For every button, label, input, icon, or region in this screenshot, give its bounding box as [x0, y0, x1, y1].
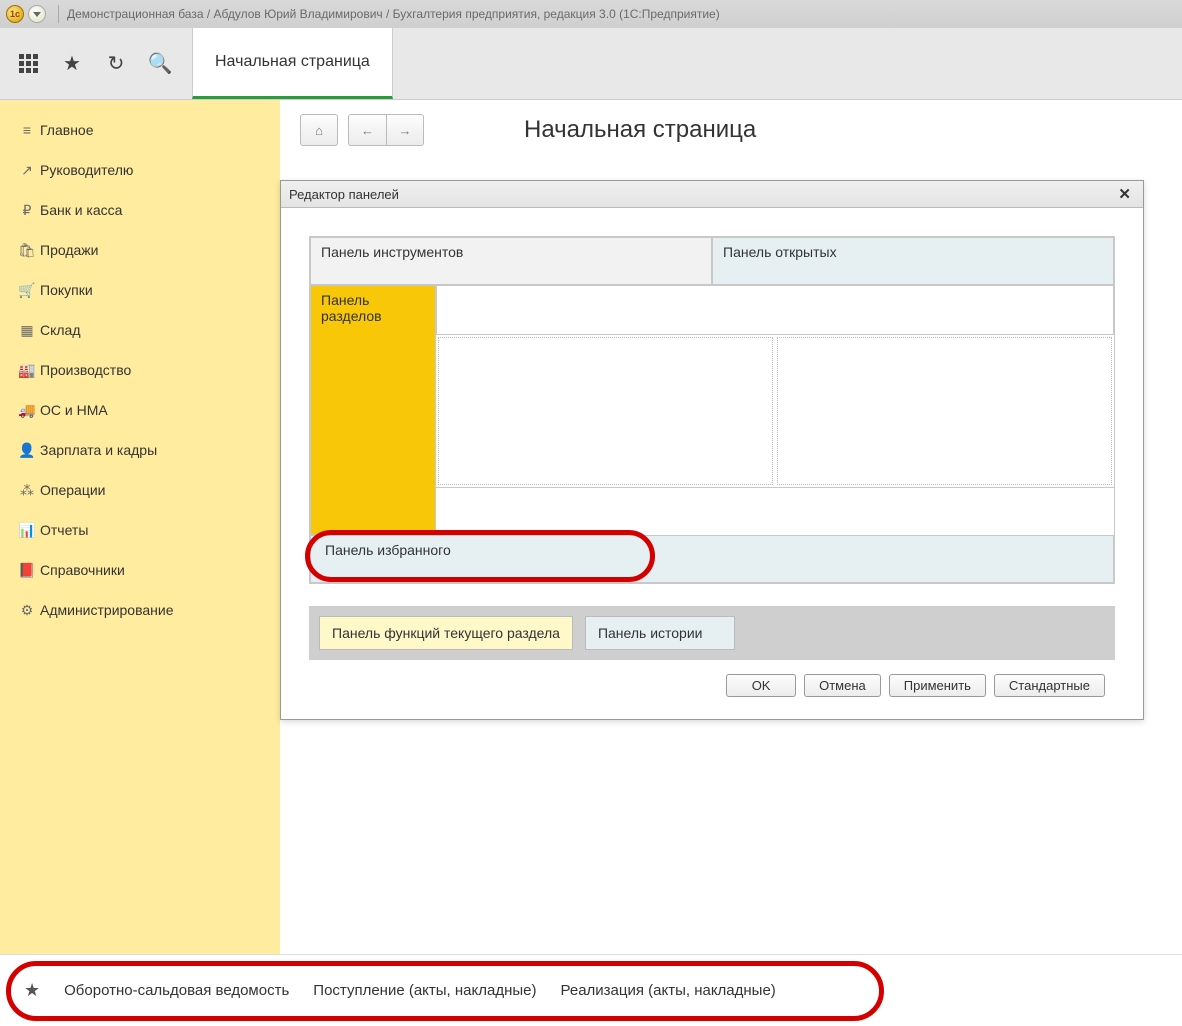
sidebar-item-assets[interactable]: 🚚ОС и НМА	[0, 390, 280, 430]
panel-empty-bottom[interactable]	[436, 487, 1114, 535]
panel-favorites-cell[interactable]: Панель избранного	[310, 535, 1114, 583]
search-button[interactable]: 🔍	[138, 42, 182, 86]
grid-icon	[19, 54, 38, 73]
gear-icon: ⚙	[14, 602, 40, 619]
titlebar-separator	[58, 5, 59, 23]
favorites-button[interactable]: ★	[50, 42, 94, 86]
panel-open-cell[interactable]: Панель открытых	[712, 237, 1114, 285]
menu-icon: ≡	[14, 122, 40, 138]
history-button[interactable]: ↻	[94, 42, 138, 86]
operations-icon: ⁂	[14, 482, 40, 499]
home-button[interactable]: ⌂	[300, 114, 338, 146]
back-button[interactable]: ←	[348, 114, 386, 146]
content-area: ⌂ ← → Начальная страница Редактор панеле…	[280, 100, 1182, 954]
pool-item-functions[interactable]: Панель функций текущего раздела	[319, 616, 573, 650]
sidebar-item-label: Склад	[40, 322, 81, 338]
truck-icon: 🚚	[14, 402, 40, 419]
pool-item-label: Панель функций текущего раздела	[332, 625, 560, 641]
panel-empty-top[interactable]	[436, 285, 1114, 335]
forward-button[interactable]: →	[386, 114, 424, 146]
panel-cell-label: Панель инструментов	[321, 244, 463, 260]
arrow-left-icon: ←	[361, 123, 374, 138]
sidebar-item-label: Справочники	[40, 562, 125, 578]
home-icon: ⌂	[315, 123, 323, 138]
favorites-bar: ★ Оборотно-сальдовая ведомость Поступлен…	[0, 954, 1182, 1026]
ok-button[interactable]: OK	[726, 674, 796, 697]
panel-drop-zone-b[interactable]	[777, 337, 1112, 485]
pool-item-history[interactable]: Панель истории	[585, 616, 735, 650]
panel-sections-cell[interactable]: Панель разделов	[310, 285, 436, 535]
dialog-close-button[interactable]: ✕	[1114, 185, 1135, 203]
sidebar-item-label: Главное	[40, 122, 94, 138]
panel-cell-label: Панель разделов	[321, 292, 382, 324]
history-icon: ↻	[108, 51, 125, 76]
sidebar-item-label: Продажи	[40, 242, 98, 258]
cart-icon: 🛒	[14, 282, 40, 299]
book-icon: 📕	[14, 562, 40, 579]
nav-group: ← →	[348, 114, 424, 146]
panel-pool: Панель функций текущего раздела Панель и…	[309, 606, 1115, 660]
titlebar-dropdown-button[interactable]	[28, 5, 46, 23]
sidebar-item-references[interactable]: 📕Справочники	[0, 550, 280, 590]
sidebar-item-label: Отчеты	[40, 522, 88, 538]
titlebar: 1c Демонстрационная база / Абдулов Юрий …	[0, 0, 1182, 28]
barchart-icon: 📊	[14, 522, 40, 539]
panel-editor-dialog: Редактор панелей ✕ Панель инструментов П…	[280, 180, 1144, 720]
favbar-item[interactable]: Оборотно-сальдовая ведомость	[64, 982, 289, 999]
panel-tools-cell[interactable]: Панель инструментов	[310, 237, 712, 285]
boxes-icon: ▦	[14, 322, 40, 339]
standard-button[interactable]: Стандартные	[994, 674, 1105, 697]
sidebar-item-label: ОС и НМА	[40, 402, 108, 418]
tab-home-label: Начальная страница	[215, 53, 370, 71]
search-icon: 🔍	[148, 51, 173, 76]
app-logo-icon: 1c	[6, 5, 24, 23]
pool-item-label: Панель истории	[598, 625, 703, 641]
ruble-icon: ₽	[14, 202, 40, 219]
sidebar-item-label: Операции	[40, 482, 106, 498]
bag-icon: 🛍	[14, 242, 40, 259]
favbar-item[interactable]: Реализация (акты, накладные)	[561, 982, 776, 999]
sidebar-item-reports[interactable]: 📊Отчеты	[0, 510, 280, 550]
sidebar-item-operations[interactable]: ⁂Операции	[0, 470, 280, 510]
sidebar-item-admin[interactable]: ⚙Администрирование	[0, 590, 280, 630]
favbar-item[interactable]: Поступление (акты, накладные)	[313, 982, 536, 999]
main-toolbar: ★ ↻ 🔍 Начальная страница	[0, 28, 1182, 100]
sidebar-item-label: Покупки	[40, 282, 93, 298]
sidebar-item-main[interactable]: ≡Главное	[0, 110, 280, 150]
tab-home[interactable]: Начальная страница	[192, 28, 393, 99]
dialog-title-text: Редактор панелей	[289, 187, 399, 202]
chart-icon: ↗	[14, 162, 40, 179]
apps-grid-button[interactable]	[6, 42, 50, 86]
sidebar-item-label: Производство	[40, 362, 131, 378]
person-icon: 👤	[14, 442, 40, 459]
sidebar-item-sales[interactable]: 🛍Продажи	[0, 230, 280, 270]
titlebar-text: Демонстрационная база / Абдулов Юрий Вла…	[67, 7, 720, 21]
sidebar-item-bank[interactable]: ₽Банк и касса	[0, 190, 280, 230]
cancel-button[interactable]: Отмена	[804, 674, 881, 697]
panel-drop-zone-a[interactable]	[438, 337, 773, 485]
page-title: Начальная страница	[524, 116, 756, 144]
sidebar-item-label: Банк и касса	[40, 202, 122, 218]
sidebar-item-warehouse[interactable]: ▦Склад	[0, 310, 280, 350]
sidebar: ≡Главное ↗Руководителю ₽Банк и касса 🛍Пр…	[0, 100, 280, 954]
panel-cell-label: Панель открытых	[723, 244, 837, 260]
sidebar-item-label: Зарплата и кадры	[40, 442, 157, 458]
panel-cell-label: Панель избранного	[325, 542, 451, 558]
apply-button[interactable]: Применить	[889, 674, 986, 697]
panel-layout-grid: Панель инструментов Панель открытых Пане…	[309, 236, 1115, 584]
factory-icon: 🏭	[14, 362, 40, 379]
sidebar-item-label: Руководителю	[40, 162, 133, 178]
star-icon: ★	[63, 51, 81, 76]
dialog-titlebar[interactable]: Редактор панелей ✕	[281, 181, 1143, 208]
sidebar-item-production[interactable]: 🏭Производство	[0, 350, 280, 390]
star-icon: ★	[24, 980, 40, 1001]
arrow-right-icon: →	[399, 123, 412, 138]
sidebar-item-label: Администрирование	[40, 602, 174, 618]
sidebar-item-hr[interactable]: 👤Зарплата и кадры	[0, 430, 280, 470]
sidebar-item-purchases[interactable]: 🛒Покупки	[0, 270, 280, 310]
sidebar-item-manager[interactable]: ↗Руководителю	[0, 150, 280, 190]
